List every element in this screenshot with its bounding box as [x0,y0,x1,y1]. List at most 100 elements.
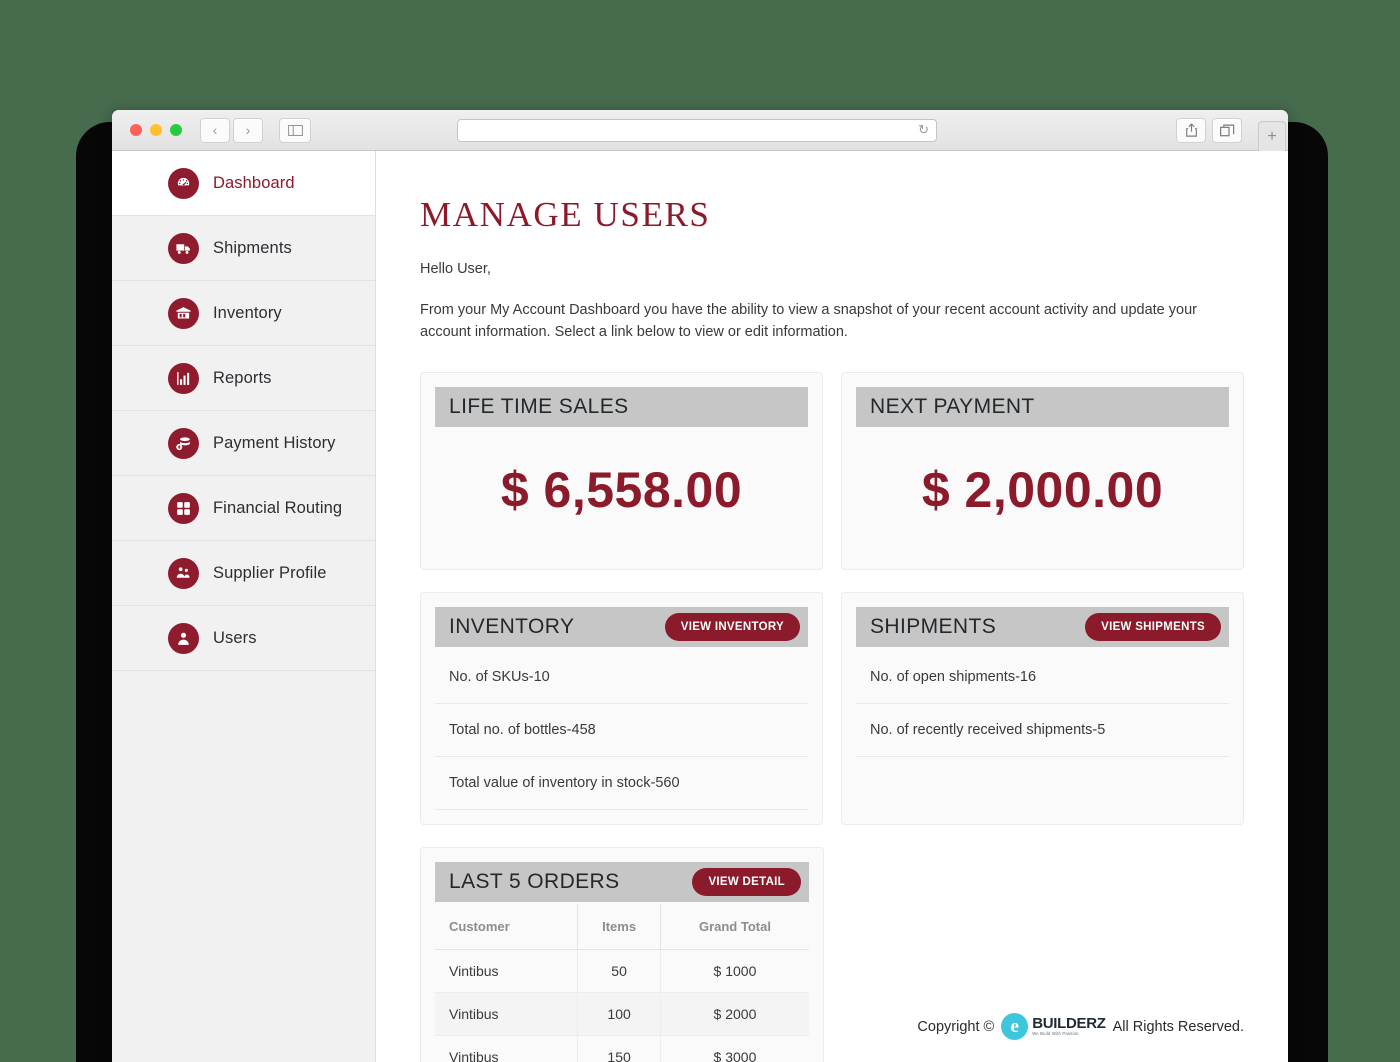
forward-button[interactable]: › [233,117,263,143]
page-title: MANAGE USERS [420,195,711,234]
lifetime-sales-card: LIFE TIME SALES $ 6,558.00 [420,371,823,570]
sidebar-item-reports[interactable]: Reports [112,346,375,411]
column-header-customer: Customer [435,903,579,950]
sidebar-item-label: Users [213,628,257,647]
brand-mark-icon: e [1001,1013,1029,1040]
inventory-stat-list: No. of SKUs-10 Total no. of bottles-458 … [435,649,808,810]
brand-name: BUILDERZ [1032,1015,1106,1033]
cell-grand-total: $ 1000 [660,949,809,993]
view-detail-button[interactable]: VIEW DETAIL [692,867,801,896]
copyright-prefix: Copyright © [917,1018,995,1035]
view-inventory-button[interactable]: VIEW INVENTORY [664,612,800,641]
stat-row: No. of recently received shipments-5 [856,704,1229,757]
last-orders-card: LAST 5 ORDERS VIEW DETAIL Customer Items… [420,846,824,1062]
stats-card-row: LIFE TIME SALES $ 6,558.00 NEXT PAYMENT … [420,371,1244,570]
copyright-suffix: All Rights Reserved. [1112,1018,1244,1035]
reload-icon[interactable]: ↻ [918,122,929,138]
brand-tagline: We Build With Passion [1032,1031,1079,1037]
inventory-card: INVENTORY VIEW INVENTORY No. of SKUs-10 … [420,591,823,825]
lifetime-sales-value: $ 6,558.00 [500,461,743,518]
card-header: LIFE TIME SALES [435,386,808,429]
orders-table: Customer Items Grand Total Vintibus 50 $… [435,903,809,1062]
address-bar[interactable]: ↻ [457,118,937,142]
address-input[interactable] [465,123,919,137]
sidebar-item-inventory[interactable]: Inventory [112,281,375,346]
footer-copyright: Copyright © e BUILDERZ We Build With Pas… [917,1013,1244,1040]
table-row[interactable]: Vintibus 150 $ 3000 [435,1035,809,1062]
share-icon[interactable] [1176,117,1206,143]
sidebar-icon [287,124,303,136]
card-header: NEXT PAYMENT [856,386,1229,429]
stat-row: Total no. of bottles-458 [435,704,808,757]
stat-row: No. of open shipments-16 [856,651,1229,704]
stat-row: No. of SKUs-10 [435,651,808,704]
greeting-text: Hello User, [420,261,491,277]
table-header-row: Customer Items Grand Total [435,903,809,950]
card-title: SHIPMENTS [870,614,997,638]
sidebar-toggle-icon[interactable] [279,117,311,143]
window-controls[interactable] [130,124,182,136]
sidebar-item-users[interactable]: Users [112,606,375,671]
shipments-stat-list: No. of open shipments-16 No. of recently… [856,649,1229,794]
truck-icon [168,232,199,264]
payment-icon [168,427,199,459]
card-title: INVENTORY [449,614,575,638]
sidebar-item-payment-history[interactable]: Payment History [112,411,375,476]
ebuilderz-logo: e BUILDERZ We Build With Passion [1001,1013,1106,1040]
cell-grand-total: $ 3000 [660,1035,809,1062]
warehouse-icon [168,297,199,329]
sidebar-filler [112,671,375,931]
table-row[interactable]: Vintibus 50 $ 1000 [435,949,809,993]
sidebar-item-label: Financial Routing [213,498,343,517]
close-window-button[interactable] [130,124,142,136]
supplier-icon [168,557,199,589]
cell-items: 50 [577,949,661,993]
sidebar-item-label: Shipments [213,238,292,257]
stat-spacer [856,757,1229,794]
sidebar-item-dashboard[interactable]: Dashboard [112,151,375,216]
card-header: SHIPMENTS VIEW SHIPMENTS [856,606,1229,649]
cell-customer: Vintibus [435,992,579,1036]
stat-row: Total value of inventory in stock-560 [435,757,808,810]
navigation-buttons[interactable]: ‹ › [200,117,263,143]
card-header: LAST 5 ORDERS VIEW DETAIL [435,861,809,904]
maximize-window-button[interactable] [170,124,182,136]
sidebar-item-label: Reports [213,368,272,387]
cell-customer: Vintibus [435,1035,579,1062]
cell-customer: Vintibus [435,949,579,993]
intro-text: From your My Account Dashboard you have … [420,302,1197,341]
column-header-grand-total: Grand Total [660,903,809,950]
cell-items: 100 [577,992,661,1036]
card-title: LAST 5 ORDERS [449,869,620,893]
sidebar-item-label: Supplier Profile [213,563,327,582]
tabs-icon[interactable] [1212,117,1242,143]
back-button[interactable]: ‹ [200,117,230,143]
minimize-window-button[interactable] [150,124,162,136]
user-icon [168,622,199,654]
toolbar-right-group [1176,117,1242,143]
cell-items: 150 [577,1035,661,1062]
sidebar-item-label: Payment History [213,433,336,452]
card-header: INVENTORY VIEW INVENTORY [435,606,808,649]
sidebar-item-label: Dashboard [213,173,295,192]
card-title: NEXT PAYMENT [870,394,1035,418]
view-shipments-button[interactable]: VIEW SHIPMENTS [1085,612,1221,641]
grid-icon [168,492,199,524]
bar-chart-icon [168,362,199,394]
sidebar-item-supplier-profile[interactable]: Supplier Profile [112,541,375,606]
next-payment-card: NEXT PAYMENT $ 2,000.00 [841,371,1244,570]
sidebar-item-financial-routing[interactable]: Financial Routing [112,476,375,541]
cell-grand-total: $ 2000 [660,992,809,1036]
table-row[interactable]: Vintibus 100 $ 2000 [435,992,809,1036]
new-tab-button[interactable]: + [1258,121,1286,151]
sidebar: Dashboard Shipments Inventory Reports Pa… [112,151,376,1062]
column-header-items: Items [577,903,661,950]
card-title: LIFE TIME SALES [449,394,629,418]
summary-card-row: INVENTORY VIEW INVENTORY No. of SKUs-10 … [420,591,1244,825]
browser-titlebar: ‹ › ↻ + [112,110,1288,151]
page-body: Dashboard Shipments Inventory Reports Pa… [112,151,1288,1062]
main-content: MANAGE USERS Hello User, From your My Ac… [376,151,1288,1062]
sidebar-item-shipments[interactable]: Shipments [112,216,375,281]
dashboard-icon [168,167,199,199]
next-payment-value: $ 2,000.00 [921,461,1164,518]
